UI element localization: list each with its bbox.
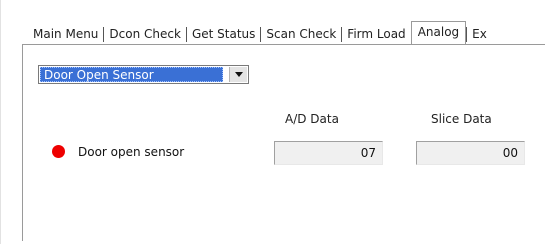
slice-data-field: 00 xyxy=(416,141,525,165)
chevron-down-icon xyxy=(234,72,243,77)
tab-ex[interactable]: Ex xyxy=(467,25,492,43)
tab-scan-check[interactable]: Scan Check xyxy=(261,25,341,43)
tab-dcon-check[interactable]: Dcon Check xyxy=(104,25,186,43)
tab-analog[interactable]: Analog xyxy=(410,20,467,44)
tab-get-status[interactable]: Get Status xyxy=(187,25,260,43)
ad-data-header: A/D Data xyxy=(285,112,339,126)
tab-main-menu[interactable]: Main Menu xyxy=(28,25,103,43)
dropdown-button[interactable] xyxy=(229,67,247,82)
status-indicator-icon xyxy=(52,145,65,158)
tab-bar: Main Menu Dcon Check Get Status Scan Che… xyxy=(28,20,492,44)
window-left-edge xyxy=(0,0,1,244)
slice-data-header: Slice Data xyxy=(431,112,492,126)
tab-firm-load[interactable]: Firm Load xyxy=(342,25,410,43)
sensor-select-dropdown[interactable]: Door Open Sensor xyxy=(38,65,249,84)
sensor-select-value: Door Open Sensor xyxy=(40,67,223,82)
ad-data-field: 07 xyxy=(274,141,383,165)
sensor-label: Door open sensor xyxy=(78,145,185,159)
